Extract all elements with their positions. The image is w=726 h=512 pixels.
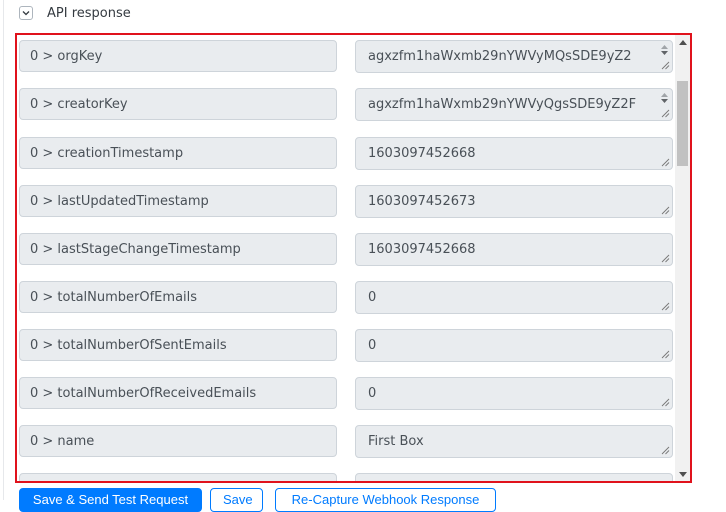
field-value-text: 0 bbox=[368, 290, 377, 305]
save-and-send-test-request-button[interactable]: Save & Send Test Request bbox=[19, 488, 202, 512]
field-key[interactable]: 0 > creatorKey bbox=[19, 88, 337, 120]
section-title: API response bbox=[47, 5, 131, 21]
field-value[interactable]: 0 bbox=[355, 329, 673, 362]
field-value-text: 0 bbox=[368, 386, 377, 401]
recapture-webhook-response-button[interactable]: Re-Capture Webhook Response bbox=[275, 488, 496, 512]
api-response-panel: 0 > orgKey agxzfm1haWxmb29nYWVyMQsSDE9yZ… bbox=[15, 33, 692, 483]
page-left-border bbox=[3, 0, 4, 500]
field-value[interactable] bbox=[355, 473, 673, 481]
field-row bbox=[19, 473, 677, 481]
resize-grip-icon[interactable] bbox=[661, 61, 670, 70]
field-value-text: 1603097452668 bbox=[368, 146, 476, 161]
scroll-up-button[interactable] bbox=[675, 35, 690, 49]
resize-grip-icon[interactable] bbox=[661, 302, 670, 311]
field-value[interactable]: agxzfm1haWxmb29nYWVyMQsSDE9yZ2 FuaXphdGl… bbox=[355, 40, 673, 73]
resize-grip-icon[interactable] bbox=[661, 398, 670, 407]
field-value[interactable]: First Box bbox=[355, 425, 673, 458]
field-value-text: 1603097452673 bbox=[368, 194, 476, 209]
field-row: 0 > lastStageChangeTimestamp 16030974526… bbox=[19, 233, 677, 267]
field-value-text: 1603097452668 bbox=[368, 242, 476, 257]
field-value[interactable]: 0 bbox=[355, 281, 673, 314]
resize-grip-icon[interactable] bbox=[661, 446, 670, 455]
triangle-up-icon bbox=[678, 39, 687, 45]
resize-grip-icon[interactable] bbox=[661, 206, 670, 215]
field-key[interactable]: 0 > totalNumberOfSentEmails bbox=[19, 329, 337, 361]
field-value-overflow: FuaXphdGlvbiIgfdGFW... bbox=[368, 63, 546, 72]
field-key[interactable]: 0 > totalNumberOfReceivedEmails bbox=[19, 377, 337, 409]
field-row: 0 > totalNumberOfEmails 0 bbox=[19, 281, 677, 315]
field-row: 0 > lastUpdatedTimestamp 1603097452673 bbox=[19, 185, 677, 219]
field-value[interactable]: 1603097452668 bbox=[355, 233, 673, 266]
resize-grip-icon[interactable] bbox=[661, 109, 670, 118]
field-value[interactable]: 0 bbox=[355, 377, 673, 410]
chevron-down-icon bbox=[22, 11, 30, 16]
save-button[interactable]: Save bbox=[210, 488, 263, 512]
field-row: 0 > totalNumberOfReceivedEmails 0 bbox=[19, 377, 677, 411]
field-value[interactable]: 1603097452673 bbox=[355, 185, 673, 218]
field-row: 0 > orgKey agxzfm1haWxmb29nYWVyMQsSDE9yZ… bbox=[19, 40, 677, 74]
field-row: 0 > creationTimestamp 1603097452668 bbox=[19, 137, 677, 171]
panel-scrollbar[interactable] bbox=[675, 35, 690, 481]
triangle-down-icon bbox=[678, 471, 687, 477]
field-key[interactable]: 0 > lastStageChangeTimestamp bbox=[19, 233, 337, 265]
field-value-text: agxzfm1haWxmb29nYWVyMQsSDE9yZ2 bbox=[368, 49, 632, 64]
field-row: 0 > creatorKey agxzfm1haWxmb29nYWVyQgsSD… bbox=[19, 88, 677, 122]
field-value-overflow: uaXphdGlvbiIgfdGFW... bbox=[368, 111, 538, 120]
field-key[interactable]: 0 > totalNumberOfEmails bbox=[19, 281, 337, 313]
field-value[interactable]: agxzfm1haWxmb29nYWVyQgsSDE9yZ2F uaXphdGl… bbox=[355, 88, 673, 121]
field-key[interactable] bbox=[19, 473, 337, 481]
spinner-arrows-icon[interactable] bbox=[660, 92, 669, 104]
resize-grip-icon[interactable] bbox=[661, 158, 670, 167]
field-value-text: agxzfm1haWxmb29nYWVyQgsSDE9yZ2F bbox=[368, 97, 637, 112]
collapse-toggle[interactable] bbox=[19, 6, 33, 20]
field-value-text: First Box bbox=[368, 434, 424, 449]
spinner-arrows-icon[interactable] bbox=[660, 44, 669, 56]
scrollbar-thumb[interactable] bbox=[677, 81, 688, 166]
field-key[interactable]: 0 > orgKey bbox=[19, 40, 337, 72]
field-key[interactable]: 0 > lastUpdatedTimestamp bbox=[19, 185, 337, 217]
field-row: 0 > totalNumberOfSentEmails 0 bbox=[19, 329, 677, 363]
field-row: 0 > name First Box bbox=[19, 425, 677, 459]
field-key[interactable]: 0 > creationTimestamp bbox=[19, 137, 337, 169]
field-key[interactable]: 0 > name bbox=[19, 425, 337, 457]
resize-grip-icon[interactable] bbox=[661, 350, 670, 359]
api-response-header[interactable]: API response bbox=[19, 2, 131, 24]
field-value[interactable]: 1603097452668 bbox=[355, 137, 673, 170]
field-value-text: 0 bbox=[368, 338, 377, 353]
resize-grip-icon[interactable] bbox=[661, 254, 670, 263]
scroll-down-button[interactable] bbox=[675, 467, 690, 481]
